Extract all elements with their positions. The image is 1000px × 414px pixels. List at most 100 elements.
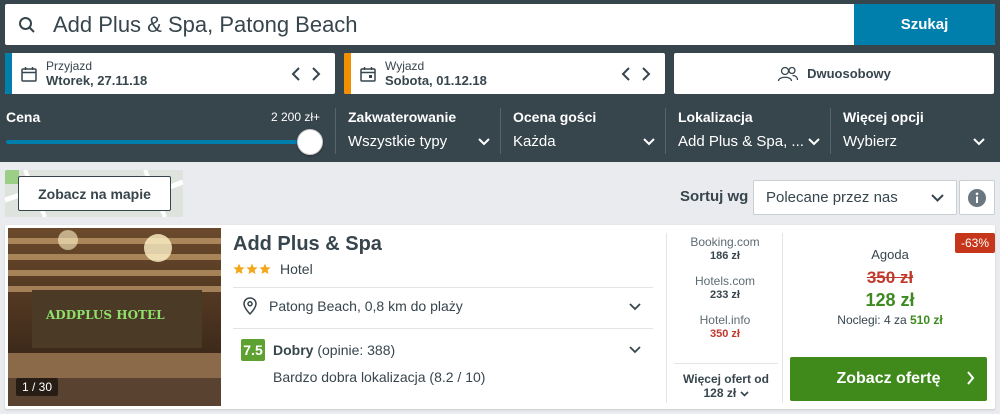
offer-site: Hotels.com — [694, 274, 756, 288]
sort-label: Sortuj wg — [680, 188, 749, 205]
price-max-value: 2 200 zł+ — [271, 110, 321, 124]
chevron-right-icon[interactable] — [641, 66, 651, 81]
new-price: 128 zł — [865, 290, 915, 310]
accommodation-value: Wszystkie typy — [348, 133, 448, 150]
chevron-left-icon[interactable] — [291, 66, 301, 81]
offer-site: Hotel.info — [699, 313, 751, 327]
search-bar: Add Plus & Spa, Patong Beach Szukaj — [5, 4, 995, 45]
divider — [233, 287, 653, 288]
location-filter-value: Add Plus & Spa, ... — [678, 133, 804, 150]
checkin-label: Przyjazd — [46, 58, 93, 73]
location-pin-icon — [243, 297, 257, 315]
hotel-type: Hotel — [280, 261, 313, 277]
rating-count: (opinie: 388) — [317, 342, 396, 358]
nights-summary: Noclegi: 4 za 510 zł — [785, 313, 995, 327]
divider — [335, 108, 336, 154]
rating-word: Dobry — [273, 342, 314, 358]
nights-total: 510 zł — [910, 313, 943, 327]
best-offer-site: Agoda — [871, 247, 909, 262]
rating-subtext: Bardzo dobra lokalizacja (8.2 / 10) — [273, 369, 486, 385]
hotel-result-card: ADDPLUS HOTEL 1 / 30 Add Plus & Spa Hote… — [5, 225, 996, 409]
divider — [500, 108, 501, 154]
star-icon — [233, 263, 245, 274]
price-slider-track[interactable] — [6, 140, 308, 144]
chevron-right-icon[interactable] — [311, 66, 321, 81]
divider — [830, 108, 831, 154]
sort-value: Polecane przez nas — [766, 189, 898, 206]
hotel-stars: Hotel — [233, 261, 313, 277]
more-offers-label: Więcej ofert od — [683, 372, 769, 386]
other-offer[interactable]: Hotel.info 350 zł — [670, 313, 780, 341]
room-label: Dwuosobowy — [807, 66, 891, 81]
star-icon — [246, 263, 258, 274]
divider — [665, 108, 666, 154]
photo-counter: 1 / 30 — [16, 378, 59, 396]
chevron-down-icon — [931, 193, 944, 202]
hotel-location-text: Patong Beach, 0,8 km do plaży — [269, 298, 463, 314]
divider — [233, 328, 653, 329]
chevron-down-icon — [739, 391, 749, 397]
other-offers-list: Booking.com 186 zł Hotels.com 233 zł Hot… — [670, 235, 780, 352]
hotel-location[interactable]: Patong Beach, 0,8 km do plaży — [243, 297, 463, 315]
chevron-down-icon — [478, 137, 490, 145]
checkin-value: Wtorek, 27.11.18 — [46, 72, 148, 88]
rating-summary[interactable]: Dobry (opinie: 388) — [273, 342, 395, 358]
filter-location[interactable]: Lokalizacja Add Plus & Spa, ... — [678, 103, 828, 158]
rating-filter-label: Ocena gości — [513, 109, 597, 125]
map-preview[interactable]: Zobacz na mapie — [5, 170, 183, 217]
info-button[interactable] — [959, 180, 995, 215]
filter-rating[interactable]: Ocena gości Każda — [513, 103, 663, 158]
offer-site: Booking.com — [690, 235, 760, 249]
chevron-left-icon[interactable] — [621, 66, 631, 81]
view-map-button[interactable]: Zobacz na mapie — [18, 176, 171, 211]
chevron-right-icon — [967, 371, 975, 385]
search-icon — [5, 4, 49, 45]
users-icon — [777, 66, 799, 81]
hotel-photo[interactable]: ADDPLUS HOTEL 1 / 30 — [8, 228, 221, 406]
other-offer[interactable]: Booking.com 186 zł — [670, 235, 780, 263]
filter-accommodation[interactable]: Zakwaterowanie Wszystkie typy — [348, 103, 498, 158]
calendar-icon — [12, 66, 46, 82]
checkout-label: Wyjazd — [385, 58, 425, 73]
checkin-date[interactable]: Przyjazd Wtorek, 27.11.18 — [5, 53, 335, 94]
offer-price: 233 zł — [710, 289, 740, 301]
search-input[interactable]: Add Plus & Spa, Patong Beach — [49, 4, 854, 45]
view-deal-button[interactable]: Zobacz ofertę — [790, 357, 987, 401]
search-button[interactable]: Szukaj — [854, 4, 995, 45]
checkout-date[interactable]: Wyjazd Sobota, 01.12.18 — [344, 53, 665, 94]
rating-filter-value: Każda — [513, 133, 556, 150]
best-offer: Agoda 350 zł 128 zł Noclegi: 4 za 510 zł — [785, 247, 995, 327]
chevron-down-icon[interactable] — [629, 303, 641, 311]
calendar-icon — [351, 66, 385, 82]
more-options-value: Wybierz — [843, 133, 898, 150]
more-options-label: Więcej opcji — [843, 109, 924, 125]
offer-price: 186 zł — [710, 250, 740, 262]
checkout-value: Sobota, 01.12.18 — [385, 72, 487, 88]
rating-score-badge: 7.5 — [241, 339, 265, 361]
star-icon — [259, 263, 271, 274]
old-price: 350 zł — [866, 268, 914, 287]
chevron-down-icon — [643, 137, 655, 145]
price-slider-handle[interactable] — [297, 129, 323, 155]
more-offers-price: 128 zł — [703, 386, 737, 400]
sort-select[interactable]: Polecane przez nas — [753, 180, 957, 215]
checkout-color-bar — [344, 53, 351, 94]
hotel-name[interactable]: Add Plus & Spa — [233, 233, 382, 256]
divider — [782, 233, 783, 403]
view-deal-label: Zobacz ofertę — [836, 370, 941, 387]
location-filter-label: Lokalizacja — [678, 109, 753, 125]
divider — [666, 233, 667, 403]
info-icon — [968, 188, 986, 207]
nights-label: Noclegi: 4 za — [837, 313, 907, 327]
other-offer[interactable]: Hotels.com 233 zł — [670, 274, 780, 302]
checkin-color-bar — [5, 53, 12, 94]
filter-more[interactable]: Więcej opcji Wybierz — [843, 103, 993, 158]
hotel-photo-sign: ADDPLUS HOTEL — [46, 308, 165, 322]
chevron-down-icon — [973, 137, 985, 145]
accommodation-label: Zakwaterowanie — [348, 109, 457, 125]
offer-price: 350 zł — [710, 328, 740, 340]
chevron-down-icon[interactable] — [629, 346, 641, 354]
more-offers-link[interactable]: Więcej ofert od 128 zł — [674, 363, 778, 400]
room-selector[interactable]: Dwuosobowy — [674, 53, 994, 94]
chevron-down-icon — [808, 137, 820, 145]
